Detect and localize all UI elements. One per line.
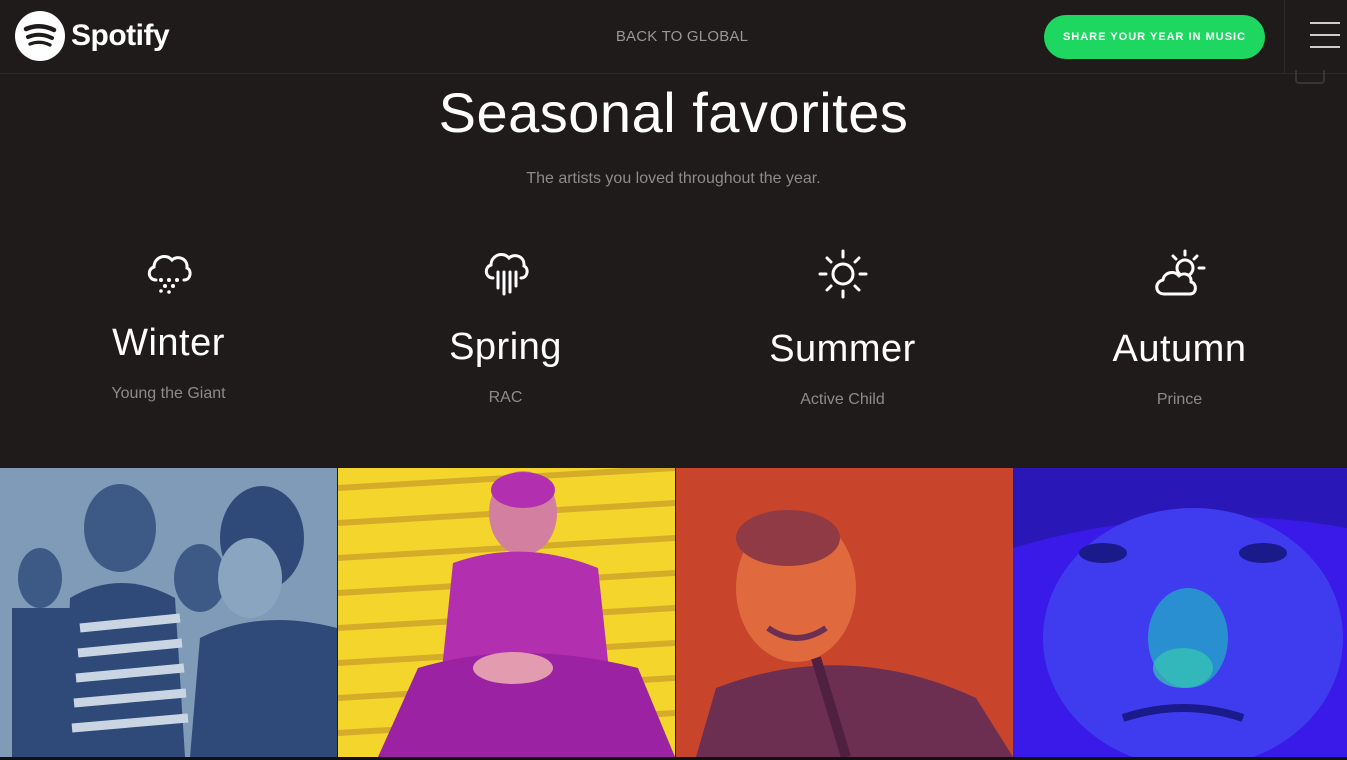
page-subtitle: The artists you loved throughout the yea… xyxy=(526,170,821,187)
logo-text: Spotify xyxy=(71,19,170,52)
season-artist[interactable]: RAC xyxy=(337,389,674,407)
top-bar: Spotify BACK TO GLOBAL SHARE YOUR YEAR I… xyxy=(0,0,1347,74)
hamburger-icon[interactable] xyxy=(1310,22,1340,50)
artist-photo-autumn[interactable] xyxy=(1013,468,1347,757)
artist-photo-spring[interactable] xyxy=(338,468,675,757)
season-name: Spring xyxy=(449,326,562,368)
season-winter: Winter Young the Giant xyxy=(0,248,337,403)
season-artist[interactable]: Active Child xyxy=(674,391,1011,409)
season-name: Summer xyxy=(769,328,916,370)
partly-cloudy-icon xyxy=(1154,249,1205,296)
spotify-icon xyxy=(15,11,65,61)
back-to-global-link[interactable]: BACK TO GLOBAL xyxy=(560,28,804,45)
spotify-logo[interactable]: Spotify xyxy=(15,11,170,61)
season-artist[interactable]: Prince xyxy=(1011,391,1347,409)
rain-cloud-icon xyxy=(484,253,529,296)
season-autumn: Autumn Prince xyxy=(1011,248,1347,409)
season-name: Autumn xyxy=(1112,328,1247,370)
season-summer: Summer Active Child xyxy=(674,248,1011,409)
sun-icon xyxy=(818,249,867,299)
season-name: Winter xyxy=(112,322,225,364)
page-title: Seasonal favorites xyxy=(438,81,909,144)
season-artist[interactable]: Young the Giant xyxy=(0,385,337,403)
snow-cloud-icon xyxy=(147,255,192,294)
season-spring: Spring RAC xyxy=(337,248,674,407)
share-year-button[interactable]: SHARE YOUR YEAR IN MUSIC xyxy=(1044,15,1265,59)
menu-divider xyxy=(1284,0,1285,74)
artist-photo-winter[interactable] xyxy=(0,468,337,757)
artist-photo-summer[interactable] xyxy=(676,468,1013,757)
